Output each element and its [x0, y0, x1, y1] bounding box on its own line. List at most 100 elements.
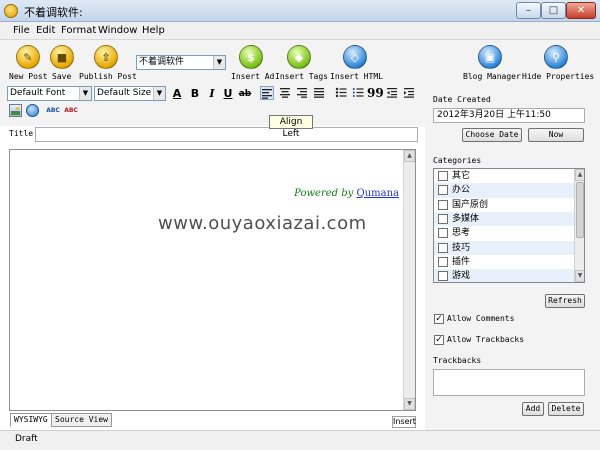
insert-html-icon[interactable]: ◇: [343, 45, 367, 69]
list-item[interactable]: 多媒体: [434, 211, 574, 227]
save-icon[interactable]: ■: [50, 45, 74, 69]
scroll-down-icon[interactable]: ▼: [404, 398, 415, 410]
new-post-icon[interactable]: ✎: [16, 45, 40, 69]
underline-button[interactable]: U: [221, 87, 235, 101]
maximize-button[interactable]: □: [541, 2, 566, 19]
menu-window[interactable]: Window: [98, 25, 137, 36]
trackbacks-input[interactable]: [433, 369, 585, 396]
category-label: 其它: [452, 171, 471, 181]
close-button[interactable]: ✕: [566, 2, 596, 19]
outdent-button[interactable]: [385, 86, 399, 100]
qumana-link[interactable]: Qumana: [357, 188, 400, 199]
title-input[interactable]: [35, 127, 418, 142]
align-left-button[interactable]: [260, 86, 274, 100]
insert-html-button[interactable]: Insert HTML: [330, 72, 383, 81]
indent-icon: [404, 88, 414, 98]
menu-format[interactable]: Format: [61, 25, 96, 36]
delete-trackback-button[interactable]: Delete: [548, 402, 584, 416]
list-item[interactable]: 其它: [434, 169, 574, 183]
publish-post-button[interactable]: Publish Post: [79, 72, 137, 81]
chevron-down-icon: ▼: [79, 87, 91, 100]
list-item[interactable]: 国产原创: [434, 198, 574, 212]
font-select[interactable]: Default Font ▼: [7, 86, 92, 101]
justify-button[interactable]: [312, 86, 326, 100]
hide-properties-icon[interactable]: ⚲: [544, 45, 568, 69]
allow-trackbacks-checkbox[interactable]: ✓: [434, 335, 444, 345]
category-checkbox[interactable]: [438, 213, 448, 224]
align-center-button[interactable]: [278, 86, 292, 100]
scroll-up-icon[interactable]: ▲: [404, 150, 415, 162]
menu-edit[interactable]: Edit: [36, 25, 55, 36]
indent-button[interactable]: [402, 86, 416, 100]
categories-list[interactable]: 其它 办公 国产原创 多媒体 思考 技巧 插件 游戏 ▲ ▼: [433, 168, 585, 283]
size-select[interactable]: Default Size ▼: [94, 86, 166, 101]
category-checkbox[interactable]: [438, 171, 448, 181]
italic-button[interactable]: I: [205, 87, 219, 101]
now-button[interactable]: Now: [528, 128, 584, 142]
list-item[interactable]: 插件: [434, 255, 574, 269]
insert-tags-button[interactable]: Insert Tags: [275, 72, 328, 81]
title-label: Title:: [9, 129, 38, 138]
editor-scrollbar[interactable]: ▲ ▼: [403, 150, 415, 410]
list-item[interactable]: 办公: [434, 183, 574, 198]
save-button[interactable]: Save: [52, 72, 71, 81]
chevron-down-icon: ▼: [213, 56, 225, 69]
choose-date-button[interactable]: Choose Date: [462, 128, 522, 142]
tab-wysiwyg[interactable]: WYSIWYG: [10, 413, 52, 427]
tab-source-view[interactable]: Source View: [51, 413, 112, 427]
justify-icon: [314, 88, 324, 98]
category-label: 办公: [452, 185, 471, 196]
allow-comments-checkbox[interactable]: ✓: [434, 314, 444, 324]
align-center-icon: [280, 88, 290, 98]
watermark: www.ouyaoxiazai.com: [158, 213, 367, 234]
insert-ad-icon[interactable]: $: [239, 45, 263, 69]
hide-properties-button[interactable]: Hide Properties: [522, 72, 594, 81]
outdent-icon: [387, 88, 397, 98]
status-text: Draft: [15, 434, 38, 444]
bullet-list-icon: [335, 87, 347, 98]
category-checkbox[interactable]: [438, 185, 448, 196]
new-post-button[interactable]: New Post: [9, 72, 48, 81]
spellcheck-icon[interactable]: ABC: [46, 104, 60, 118]
text-color-button[interactable]: A: [170, 87, 184, 101]
menu-file[interactable]: File: [13, 25, 30, 36]
image-icon[interactable]: [9, 104, 22, 117]
category-checkbox[interactable]: [438, 271, 448, 282]
window-title: 不着调软件:: [24, 6, 83, 19]
spellcheck-options-icon[interactable]: ABC: [64, 104, 78, 118]
category-checkbox[interactable]: [438, 199, 448, 210]
blog-select[interactable]: 不着调软件 ▼: [136, 55, 226, 70]
link-icon[interactable]: [26, 104, 39, 117]
blog-manager-button[interactable]: Blog Manager: [463, 72, 521, 81]
categories-scrollbar[interactable]: ▲ ▼: [574, 169, 584, 282]
insert-mode-indicator: Insert: [392, 416, 416, 428]
insert-tags-icon[interactable]: ◆: [287, 45, 311, 69]
category-checkbox[interactable]: [438, 242, 448, 253]
blog-manager-icon[interactable]: ▣: [478, 45, 502, 69]
bold-button[interactable]: B: [188, 87, 202, 101]
category-checkbox[interactable]: [438, 228, 448, 239]
publish-post-icon[interactable]: ⇧: [94, 45, 118, 69]
menu-help[interactable]: Help: [142, 25, 165, 36]
numbered-list-button[interactable]: [351, 86, 365, 100]
allow-comments-label: Allow Comments: [447, 314, 515, 323]
blockquote-button[interactable]: 99: [367, 86, 384, 100]
add-trackback-button[interactable]: Add: [522, 402, 544, 416]
list-item[interactable]: 技巧: [434, 240, 574, 255]
category-checkbox[interactable]: [438, 256, 448, 267]
bullet-list-button[interactable]: [334, 86, 348, 100]
strikethrough-button[interactable]: ab: [238, 87, 252, 101]
insert-ad-button[interactable]: Insert Ad: [231, 72, 274, 81]
app-icon: [4, 4, 18, 18]
date-created-input[interactable]: 2012年3月20日 上午11:50: [433, 108, 585, 123]
scroll-thumb[interactable]: [576, 182, 584, 238]
refresh-button[interactable]: Refresh: [545, 294, 585, 308]
scroll-up-icon[interactable]: ▲: [575, 169, 584, 181]
list-item[interactable]: 游戏: [434, 269, 574, 282]
scroll-down-icon[interactable]: ▼: [575, 270, 584, 282]
status-bar: [0, 430, 600, 450]
list-item[interactable]: 思考: [434, 226, 574, 240]
align-right-button[interactable]: [295, 86, 309, 100]
minimize-button[interactable]: –: [516, 2, 541, 19]
post-editor[interactable]: Powered by Qumana ▲ ▼: [9, 149, 416, 411]
